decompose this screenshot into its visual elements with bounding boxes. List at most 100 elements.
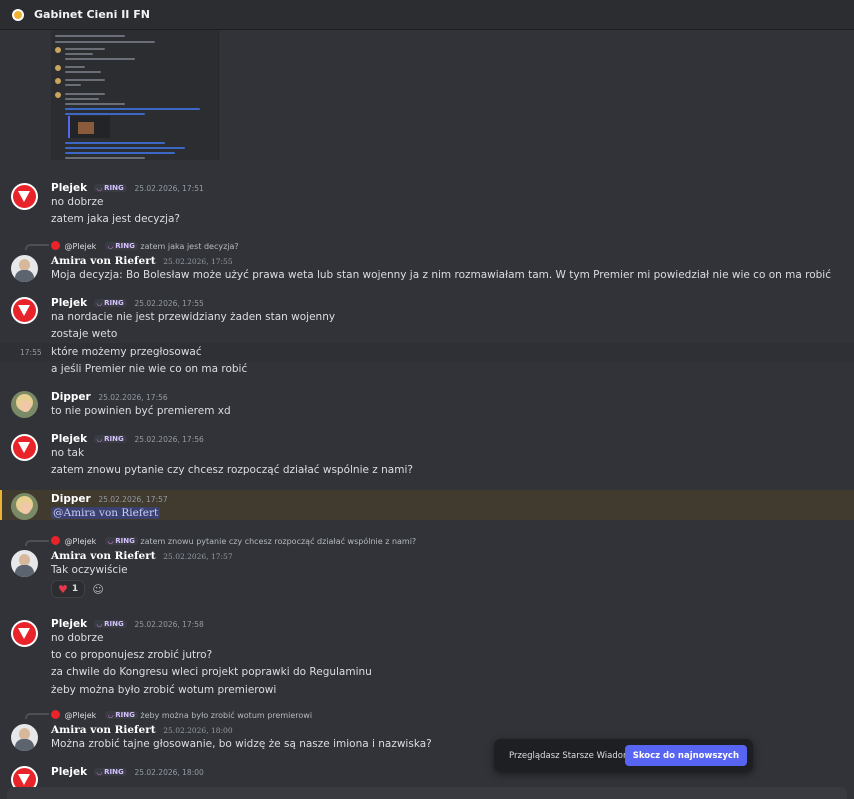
role-tag: ◡ RING xyxy=(104,537,138,545)
reply-author: @Plejek xyxy=(64,242,97,251)
role-tag-label: RING xyxy=(115,711,135,719)
avatar-amira[interactable] xyxy=(11,255,38,282)
message-line: a jeśli Premier nie wie co on ma robić xyxy=(51,363,248,375)
author-name[interactable]: Plejek xyxy=(51,297,87,309)
reply-connector xyxy=(25,713,49,719)
message-line: Można zrobić tajne głosowanie, bo widzę … xyxy=(51,738,432,750)
reply-text: żeby można było zrobić wotum premierowi xyxy=(140,711,313,720)
author-name[interactable]: Plejek xyxy=(51,618,87,630)
add-reaction-icon[interactable]: ☺ xyxy=(89,580,107,598)
message-line: no dobrze xyxy=(51,196,104,208)
avatar-plejek[interactable] xyxy=(11,434,38,461)
timestamp[interactable]: 25.02.2026, 17:55 xyxy=(163,257,232,266)
role-tag[interactable]: ◡ RING xyxy=(93,435,127,443)
reply-preview[interactable]: @Plejek ◡ RING żeby można było zrobić wot… xyxy=(51,710,312,720)
heart-icon: ♥ xyxy=(58,582,68,596)
message-line: Moja decyzja: Bo Bolesław może użyć praw… xyxy=(51,269,831,281)
message-line: zatem jaka jest decyzja? xyxy=(51,213,180,225)
message-header: Dipper 25.02.2026, 17:56 xyxy=(51,391,168,403)
reply-preview[interactable]: @Plejek ◡ RING zatem znowu pytanie czy ch… xyxy=(51,536,416,546)
message-line: za chwile do Kongresu wleci projekt popr… xyxy=(51,666,372,678)
message-header: Plejek ◡ RING 25.02.2026, 17:55 xyxy=(51,297,204,309)
timestamp[interactable]: 25.02.2026, 18:00 xyxy=(134,768,203,777)
ring-icon: ◡ xyxy=(96,435,103,443)
role-tag[interactable]: ◡ RING xyxy=(93,768,127,776)
timestamp[interactable]: 25.02.2026, 17:55 xyxy=(134,299,203,308)
attached-screenshot[interactable] xyxy=(51,30,219,160)
title-bar: Gabinet Cieni II FN xyxy=(0,0,854,30)
author-name[interactable]: Amira von Riefert xyxy=(51,724,156,736)
role-tag[interactable]: ◡ RING xyxy=(93,620,127,628)
message-line: to nie powinien być premierem xd xyxy=(51,405,231,417)
timestamp[interactable]: 25.02.2026, 17:56 xyxy=(98,393,167,402)
avatar-plejek[interactable] xyxy=(11,297,38,324)
message-header: Dipper 25.02.2026, 17:57 xyxy=(51,493,168,505)
message-composer[interactable] xyxy=(7,787,847,799)
role-tag[interactable]: ◡ RING xyxy=(93,299,127,307)
reply-preview[interactable]: @Plejek ◡ RING zatem jaka jest decyzja? xyxy=(51,241,239,251)
reply-author: @Plejek xyxy=(64,537,97,546)
heart-reaction[interactable]: ♥ 1 xyxy=(51,580,86,598)
reply-connector xyxy=(25,540,49,546)
timestamp[interactable]: 25.02.2026, 18:00 xyxy=(163,726,232,735)
message-header: Amira von Riefert 25.02.2026, 18:00 xyxy=(51,724,233,736)
ring-icon: ◡ xyxy=(107,242,114,250)
message-header: Plejek ◡ RING 25.02.2026, 18:00 xyxy=(51,766,204,778)
author-name[interactable]: Plejek xyxy=(51,182,87,194)
avatar-amira[interactable] xyxy=(11,550,38,577)
message-line: Tak oczywiście xyxy=(51,564,128,576)
author-name[interactable]: Dipper xyxy=(51,391,91,403)
ring-icon: ◡ xyxy=(96,768,103,776)
message-line: na nordacie nie jest przewidziany żaden … xyxy=(51,311,336,323)
older-messages-bar: Przeglądasz Starsze Wiadomości Skocz do … xyxy=(494,739,753,772)
hover-timestamp: 17:55 xyxy=(20,348,42,357)
message-header: Plejek ◡ RING 25.02.2026, 17:58 xyxy=(51,618,204,630)
channel-title: Gabinet Cieni II FN xyxy=(34,8,150,21)
message-header: Plejek ◡ RING 25.02.2026, 17:51 xyxy=(51,182,204,194)
author-name[interactable]: Plejek xyxy=(51,433,87,445)
timestamp[interactable]: 25.02.2026, 17:57 xyxy=(98,495,167,504)
role-tag-label: RING xyxy=(104,184,124,192)
message-line: no dobrze xyxy=(51,632,104,644)
avatar-plejek[interactable] xyxy=(11,183,38,210)
jump-to-latest-button[interactable]: Skocz do najnowszych xyxy=(624,745,747,766)
message-line: no tak xyxy=(51,447,85,459)
ring-icon: ◡ xyxy=(96,620,103,628)
role-tag-label: RING xyxy=(115,242,135,250)
message-header: Amira von Riefert 25.02.2026, 17:55 xyxy=(51,255,233,267)
reply-avatar xyxy=(51,536,60,545)
reply-text: zatem jaka jest decyzja? xyxy=(140,242,239,251)
timestamp[interactable]: 25.02.2026, 17:51 xyxy=(134,184,203,193)
avatar-amira[interactable] xyxy=(11,724,38,751)
role-tag-label: RING xyxy=(104,435,124,443)
ring-icon: ◡ xyxy=(96,184,103,192)
user-mention[interactable]: @Amira von Riefert xyxy=(51,507,161,519)
reply-author: @Plejek xyxy=(64,711,97,720)
server-icon[interactable] xyxy=(12,8,24,21)
timestamp[interactable]: 25.02.2026, 17:58 xyxy=(134,620,203,629)
reaction-count: 1 xyxy=(71,584,79,594)
author-name[interactable]: Amira von Riefert xyxy=(51,550,156,562)
role-tag: ◡ RING xyxy=(104,242,138,250)
ring-icon: ◡ xyxy=(107,711,114,719)
role-tag-label: RING xyxy=(104,299,124,307)
reply-avatar xyxy=(51,241,60,250)
ring-icon: ◡ xyxy=(107,537,114,545)
avatar-plejek[interactable] xyxy=(11,620,38,647)
avatar-dipper[interactable] xyxy=(11,493,38,520)
avatar-dipper[interactable] xyxy=(11,391,38,418)
timestamp[interactable]: 25.02.2026, 17:57 xyxy=(163,552,232,561)
timestamp[interactable]: 25.02.2026, 17:56 xyxy=(134,435,203,444)
message-line: zatem znowu pytanie czy chcesz rozpocząć… xyxy=(51,464,413,476)
role-tag: ◡ RING xyxy=(104,711,138,719)
role-tag[interactable]: ◡ RING xyxy=(93,184,127,192)
message-line: zostaje weto xyxy=(51,328,118,340)
ring-icon: ◡ xyxy=(96,299,103,307)
message-line: które możemy przegłosować xyxy=(51,346,202,358)
author-name[interactable]: Plejek xyxy=(51,766,87,778)
author-name[interactable]: Dipper xyxy=(51,493,91,505)
reply-avatar xyxy=(51,710,60,719)
author-name[interactable]: Amira von Riefert xyxy=(51,255,156,267)
message-header: Plejek ◡ RING 25.02.2026, 17:56 xyxy=(51,433,204,445)
role-tag-label: RING xyxy=(104,620,124,628)
